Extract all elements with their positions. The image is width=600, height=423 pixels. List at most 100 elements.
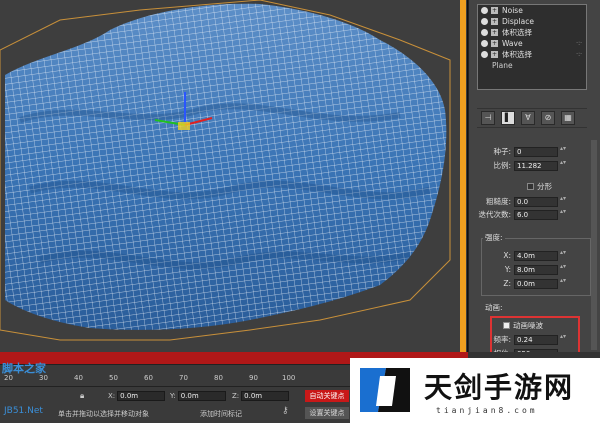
expand-icon[interactable]: + (491, 29, 498, 36)
banner-title: 天剑手游网 (424, 371, 575, 404)
roughness-label: 粗糙度: (485, 197, 511, 206)
stack-item-label: 体积选择 (502, 28, 532, 37)
expand-icon[interactable]: + (491, 51, 498, 58)
stack-item-label: Noise (502, 6, 523, 15)
strength-y-row: Y: 8.0m ▴▾ (477, 264, 589, 275)
scale-spinner-icon[interactable]: ▴▾ (560, 160, 566, 170)
stack-item-label: Wave (502, 39, 523, 48)
roughness-input[interactable]: 0.0 (514, 196, 558, 207)
coord-x: X: 0.0m (108, 391, 166, 401)
expand-icon[interactable]: + (491, 18, 498, 25)
iterations-input[interactable]: 6.0 (514, 209, 558, 220)
fractal-row: 分形 (477, 181, 589, 192)
tick-label: 100 (282, 374, 296, 382)
iterations-spinner-icon[interactable]: ▴▾ (560, 209, 566, 219)
roughness-spinner-icon[interactable]: ▴▾ (560, 196, 566, 206)
seed-spinner-icon[interactable]: ▴▾ (560, 146, 566, 156)
tick-label: 50 (109, 374, 118, 382)
fractal-label: 分形 (537, 182, 552, 191)
strength-z-input[interactable]: 0.0m (514, 278, 558, 289)
strength-z-row: Z: 0.0m ▴▾ (477, 278, 589, 289)
command-panel: + Noise + Displace + 体积选择 + Wave ·:· + 体… (468, 0, 600, 359)
strength-title: 强度: (483, 232, 505, 243)
wave-mesh-render (0, 0, 467, 352)
bulb-icon[interactable] (481, 29, 488, 36)
scale-label: 比例: (493, 161, 511, 170)
animation-title: 动画: (483, 302, 505, 313)
site-banner: 天剑手游网 tianjian8.com (350, 358, 600, 423)
seed-input[interactable]: 0 (514, 146, 558, 157)
scale-input[interactable]: 11.282 (514, 160, 558, 171)
bulb-icon[interactable] (481, 40, 488, 47)
strength-y-spinner-icon[interactable]: ▴▾ (560, 264, 566, 274)
gizmo-dots-icon: ·:· (576, 51, 582, 58)
lock-icon[interactable]: 🔒︎ (80, 391, 84, 401)
bulb-icon[interactable] (481, 18, 488, 25)
fractal-checkbox[interactable] (527, 183, 534, 190)
seed-row: 种子: 0 ▴▾ (477, 146, 589, 157)
tick-label: 70 (179, 374, 188, 382)
iterations-row: 迭代次数: 6.0 ▴▾ (477, 209, 589, 220)
coord-z: Z: 0.0m (232, 391, 290, 401)
stack-item-label: 体积选择 (502, 50, 532, 59)
watermark-site-url: JB51.Net (4, 406, 43, 416)
tick-label: 80 (214, 374, 223, 382)
viewport-active-border (460, 0, 466, 352)
banner-logo-icon (360, 368, 410, 412)
track-bar-ruler[interactable]: 20 30 40 50 60 70 80 90 100 (0, 364, 350, 386)
stack-item-volselect[interactable]: + 体积选择 (478, 27, 586, 38)
coord-y-label: Y: (170, 392, 176, 400)
add-time-tag-button[interactable]: 添加时间标记 (200, 409, 242, 419)
roughness-row: 粗糙度: 0.0 ▴▾ (477, 196, 589, 207)
strength-x-input[interactable]: 4.0m (514, 250, 558, 261)
coord-x-input[interactable]: 0.0m (117, 391, 166, 401)
stack-item-plane[interactable]: Plane (478, 60, 586, 71)
coord-y-input[interactable]: 0.0m (177, 391, 226, 401)
prompt-text: 单击并拖动以选择并移动对象 (58, 410, 149, 418)
gizmo-dots-icon: ·:· (576, 40, 582, 47)
strength-z-spinner-icon[interactable]: ▴▾ (560, 278, 566, 288)
stack-item-noise[interactable]: + Noise (478, 5, 586, 16)
coord-x-label: X: (108, 392, 116, 400)
scale-row: 比例: 11.282 ▴▾ (477, 160, 589, 171)
strength-x-label: X: (503, 251, 511, 260)
expand-icon[interactable]: + (491, 7, 498, 14)
modifier-stack-list[interactable]: + Noise + Displace + 体积选择 + Wave ·:· + 体… (477, 4, 587, 90)
show-end-result-icon[interactable]: ▌ (501, 111, 515, 125)
strength-y-label: Y: (504, 265, 511, 274)
stack-toolbar: ⊣ ▌ ∀ ⊘ ▦ (477, 108, 587, 128)
auto-key-button[interactable]: 自动关键点 (305, 390, 349, 402)
bulb-icon[interactable] (481, 7, 488, 14)
strength-x-row: X: 4.0m ▴▾ (477, 250, 589, 261)
iterations-label: 迭代次数: (478, 210, 511, 219)
tick-label: 40 (74, 374, 83, 382)
tick-label: 60 (144, 374, 153, 382)
animation-highlight-box (490, 316, 580, 356)
configure-sets-icon[interactable]: ▦ (561, 111, 575, 125)
bulb-icon[interactable] (481, 51, 488, 58)
coord-z-input[interactable]: 0.0m (241, 391, 290, 401)
strength-y-input[interactable]: 8.0m (514, 264, 558, 275)
perspective-viewport[interactable] (0, 0, 468, 352)
stack-item-displace[interactable]: + Displace (478, 16, 586, 27)
coord-z-label: Z: (232, 392, 240, 400)
pin-stack-icon[interactable]: ⊣ (481, 111, 495, 125)
coord-y: Y: 0.0m (170, 391, 226, 401)
set-key-button[interactable]: 设置关键点 (305, 407, 349, 419)
stack-item-label: Plane (492, 61, 513, 70)
banner-subtitle: tianjian8.com (436, 406, 538, 415)
panel-scrollbar[interactable] (591, 140, 597, 350)
tick-label: 90 (249, 374, 258, 382)
stack-item-volselect-2[interactable]: + 体积选择 ·:· (478, 49, 586, 60)
strength-x-spinner-icon[interactable]: ▴▾ (560, 250, 566, 260)
strength-z-label: Z: (503, 279, 511, 288)
seed-label: 种子: (493, 147, 511, 156)
key-icon[interactable]: ⚷ (282, 406, 289, 416)
watermark-site-cn: 脚本之家 (2, 362, 46, 375)
make-unique-icon[interactable]: ∀ (521, 111, 535, 125)
expand-icon[interactable]: + (491, 40, 498, 47)
stack-item-label: Displace (502, 17, 534, 26)
status-bar: 🔒︎ X: 0.0m Y: 0.0m Z: 0.0m 单击并拖动以选择并移动对象… (0, 386, 350, 423)
remove-modifier-icon[interactable]: ⊘ (541, 111, 555, 125)
stack-item-wave[interactable]: + Wave ·:· (478, 38, 586, 49)
